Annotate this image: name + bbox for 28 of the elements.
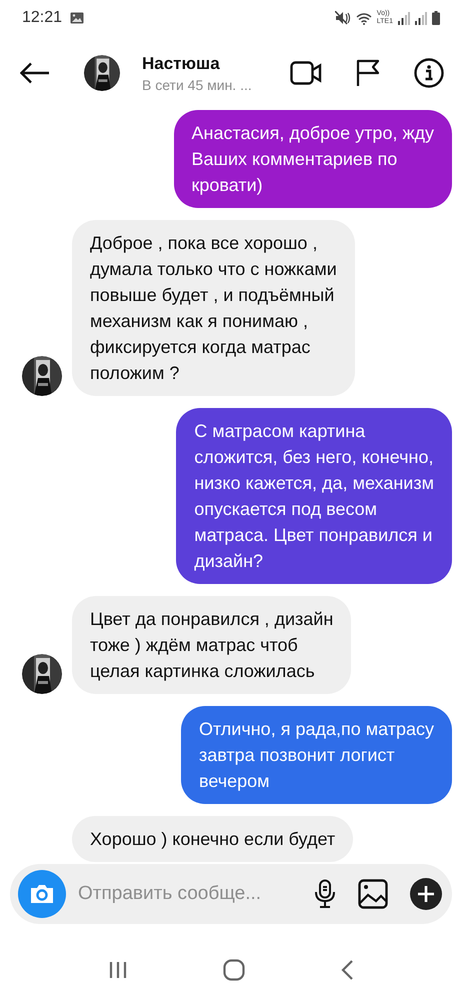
message-input[interactable]: Отправить сообще... (78, 883, 302, 905)
mute-icon (334, 11, 351, 25)
presence-status: В сети 45 мин. ... (142, 76, 253, 92)
back-arrow-icon[interactable] (20, 62, 50, 84)
gallery-icon (70, 12, 84, 24)
plus-button-icon[interactable] (410, 878, 442, 910)
camera-icon (29, 883, 55, 905)
wifi-icon (356, 12, 372, 24)
camera-button[interactable] (18, 870, 66, 918)
flag-icon[interactable] (356, 59, 380, 87)
message-bubble: Хорошо ) конечно если будет (72, 816, 354, 862)
video-camera-icon[interactable] (290, 61, 322, 85)
signal-icon (398, 12, 410, 24)
message-bubble: С матрасом картина сложится, без него, конечно, низко кажется, да, механизм опускается под весом матраса. Цвет понравился и дизайн? (176, 408, 452, 584)
recent-apps-icon[interactable] (108, 961, 128, 979)
status-time: 12:21 (22, 9, 62, 27)
microphone-icon[interactable] (314, 879, 336, 909)
image-icon[interactable] (358, 879, 388, 909)
battery-icon (432, 11, 440, 25)
message-bubble: Анастасия, доброе утро, жду Ваших комментариев по кровати) (174, 110, 452, 208)
signal-icon (415, 12, 427, 24)
contact-name: Настюша (142, 54, 221, 74)
back-icon[interactable] (340, 959, 354, 981)
message-bubble: Доброе , пока все хорошо , думала только что с ножками повыше будет , и подъёмный механизм как я понимаю , фиксируется когда матрас положим ? (72, 220, 355, 396)
message-bubble: Отлично, я рада,по матрасу завтра позвонит логист вечером (180, 706, 452, 804)
info-icon[interactable] (414, 58, 444, 88)
message-bubble: Цвет да понравился , дизайн тоже ) ждём матрас чтоб целая картинка сложилась (72, 596, 352, 694)
home-icon[interactable] (222, 959, 245, 981)
